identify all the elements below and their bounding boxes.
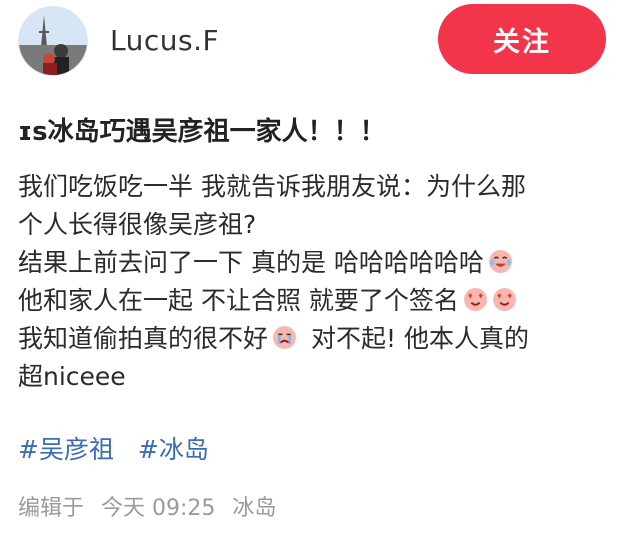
post-line-5-text: 我知道偷拍真的很不好 <box>18 324 269 353</box>
post-body: 我们吃饭吃一半 我就告诉我朋友说：为什么那 个人长得很像吴彦祖? 结果上前去问了… <box>18 168 628 396</box>
post-meta: 编辑于 今天 09:25 冰岛 <box>18 494 286 524</box>
username[interactable]: Lucus.F <box>110 24 219 58</box>
post-line-3-text: 结果上前去问了一下 真的是 哈哈哈哈哈哈 <box>18 248 484 277</box>
laugh-crying-face-icon <box>488 249 513 274</box>
post-line-5: 我知道偷拍真的很不好 对不起! 他本人真的 <box>18 320 628 358</box>
avatar[interactable] <box>18 6 88 76</box>
post-title: ɪs冰岛巧遇吴彦祖一家人！！！ <box>18 117 386 147</box>
post-header: Lucus.F 关注 <box>0 0 640 90</box>
post-line-4: 他和家人在一起 不让合照 就要了个签名 <box>18 282 628 320</box>
post-line-2: 个人长得很像吴彦祖? <box>18 210 257 239</box>
post-line-1: 我们吃饭吃一半 我就告诉我朋友说：为什么那 <box>18 172 526 201</box>
hashtag-wuyanzu[interactable]: #吴彦祖 <box>18 435 114 464</box>
avatar-photo-icon <box>19 7 87 75</box>
post-line-4-text: 他和家人在一起 不让合照 就要了个签名 <box>18 286 459 315</box>
follow-button[interactable]: 关注 <box>438 4 606 74</box>
post-line-6: 超niceee <box>18 362 126 391</box>
edited-label: 编辑于 <box>18 496 85 521</box>
post-line-5-apology: 对不起! 他本人真的 <box>311 324 529 353</box>
post-location[interactable]: 冰岛 <box>232 496 276 521</box>
post-line-3: 结果上前去问了一下 真的是 哈哈哈哈哈哈 <box>18 244 628 282</box>
heart-eyes-face-icon <box>463 287 488 312</box>
hashtag-list: #吴彦祖 #冰岛 <box>18 432 225 468</box>
hashtag-iceland[interactable]: #冰岛 <box>138 435 209 464</box>
heart-eyes-face-icon <box>492 287 517 312</box>
post-time: 今天 09:25 <box>101 496 216 521</box>
crying-face-icon <box>272 325 297 350</box>
